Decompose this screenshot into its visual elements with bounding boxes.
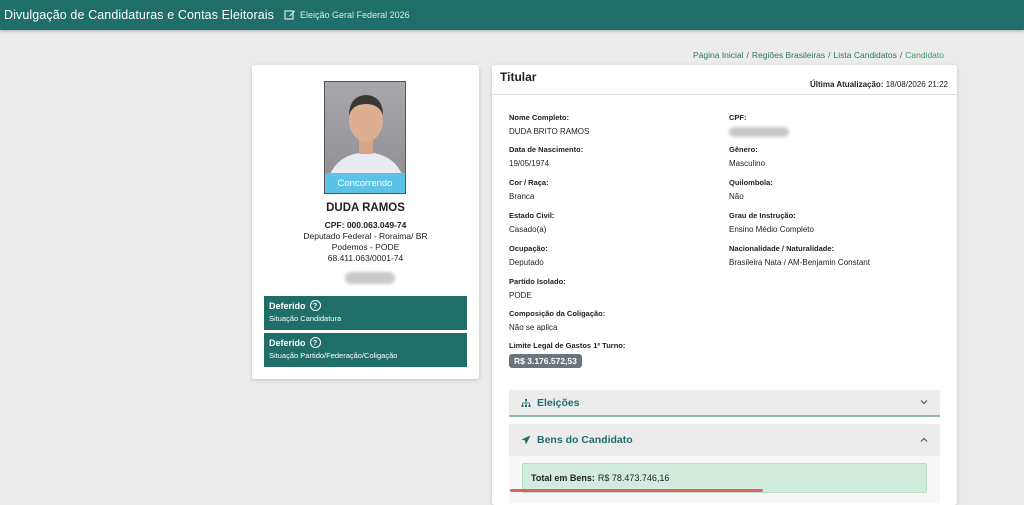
field-label: Cor / Raça:	[509, 178, 549, 187]
total-assets-value: R$ 78.473.746,16	[597, 473, 670, 483]
last-update-label: Última Atualização:	[809, 80, 884, 89]
candidate-cpf: CPF: 000.063.049-74	[324, 220, 407, 230]
candidate-role: Deputado Federal - Roraima/ BR	[303, 231, 428, 241]
top-bar: Divulgação de Candidaturas e Contas Elei…	[0, 0, 1024, 30]
chevron-up-icon	[920, 436, 928, 444]
breadcrumb: Página Inicial / Regiões Brasileiras / Lista…	[693, 50, 944, 60]
candidacy-situation-title: Deferido	[269, 300, 306, 311]
total-assets-label: Total em Bens:	[531, 473, 595, 483]
field-birth-date: Data de Nascimento: 19/05/1974	[509, 145, 583, 168]
candidacy-situation-label: Situação Candidatura	[269, 314, 342, 323]
field-label: Estado Civil:	[509, 211, 555, 220]
edit-icon[interactable]	[284, 9, 296, 21]
field-coalition: Composição da Coligação: Não se aplica	[509, 309, 605, 332]
party-situation-title: Deferido	[269, 337, 306, 348]
last-update: Última Atualização: 18/08/2026 21:22	[810, 80, 948, 89]
field-occupation: Ocupação: Deputado	[509, 244, 548, 267]
panel-title: Titular	[500, 70, 537, 84]
candidate-cnpj: 68.411.063/0001-74	[327, 253, 404, 263]
party-situation-box: Deferido? Situação Partido/Federação/Col…	[264, 333, 467, 367]
field-quilombola: Quilombola: Não	[729, 178, 773, 201]
field-label: Ocupação:	[509, 244, 548, 253]
help-icon[interactable]: ?	[309, 300, 321, 311]
sitemap-icon	[521, 398, 531, 408]
field-value: PODE	[509, 291, 532, 300]
help-icon[interactable]: ?	[309, 337, 321, 348]
redacted-field	[345, 272, 395, 284]
field-education: Grau de Instrução: Ensino Médio Completo	[729, 211, 814, 234]
field-label: Gênero:	[729, 145, 758, 154]
field-label: Partido Isolado:	[509, 277, 566, 286]
candidate-card: Concorrendo DUDA RAMOS CPF: 000.063.049-…	[252, 65, 479, 379]
field-gender: Gênero: Masculino	[729, 145, 765, 168]
breadcrumb-regions[interactable]: Regiões Brasileiras	[752, 50, 825, 60]
field-value: 19/05/1974	[509, 159, 550, 168]
field-label: Nacionalidade / Naturalidade:	[729, 244, 835, 253]
field-label: Composição da Coligação:	[509, 309, 606, 318]
accordion-elections[interactable]: Eleições	[509, 390, 940, 416]
send-icon	[521, 435, 531, 445]
breadcrumb-separator: /	[828, 50, 831, 60]
field-value: Casado(a)	[509, 225, 547, 234]
field-cpf: CPF:	[729, 113, 789, 137]
field-race: Cor / Raça: Branca	[509, 178, 549, 201]
candidacy-situation-box: Deferido? Situação Candidatura	[264, 296, 467, 330]
candidate-photo: Concorrendo	[324, 81, 406, 194]
breadcrumb-separator: /	[899, 50, 903, 60]
redacted-cpf	[729, 127, 789, 137]
chevron-down-icon	[920, 398, 928, 406]
app-title[interactable]: Divulgação de Candidaturas e Contas Elei…	[4, 8, 274, 22]
field-full-name: Nome Completo: DUDA BRITO RAMOS	[509, 113, 589, 136]
candidate-name: DUDA RAMOS	[326, 202, 405, 214]
breadcrumb-candidates[interactable]: Lista Candidatos	[834, 50, 897, 60]
spending-limit-badge: R$ 3.176.572,53	[509, 354, 582, 368]
panel-divider	[492, 94, 957, 95]
field-value: Brasileira Nata / AM-Benjamin Constant	[729, 258, 870, 267]
breadcrumb-separator: /	[746, 50, 749, 60]
field-label: Grau de Instrução:	[729, 211, 796, 220]
accordion-assets-title: Bens do Candidato	[537, 434, 633, 446]
field-label: CPF:	[729, 113, 747, 122]
field-nationality: Nacionalidade / Naturalidade: Brasileira…	[729, 244, 870, 267]
field-label: Nome Completo:	[509, 113, 569, 122]
field-value: Ensino Médio Completo	[729, 225, 814, 234]
accordion-divider	[509, 415, 940, 417]
candidate-party: Podemos - PODE	[331, 242, 400, 252]
breadcrumb-home[interactable]: Página Inicial	[693, 50, 744, 60]
field-value: DUDA BRITO RAMOS	[509, 127, 590, 136]
field-marital-status: Estado Civil: Casado(a)	[509, 211, 554, 234]
field-spending-limit: Limite Legal de Gastos 1º Turno: R$ 3.17…	[509, 341, 625, 369]
candidacy-status-badge: Concorrendo	[325, 173, 405, 193]
party-situation-label: Situação Partido/Federação/Coligação	[269, 351, 398, 360]
breadcrumb-current: Candidato	[905, 50, 944, 60]
field-party: Partido Isolado: PODE	[509, 277, 566, 300]
field-value: Não se aplica	[509, 323, 558, 332]
field-label: Data de Nascimento:	[509, 145, 584, 154]
election-label: Eleição Geral Federal 2026	[300, 10, 410, 20]
field-value: Branca	[509, 192, 535, 201]
field-value: Masculino	[729, 159, 766, 168]
accordion-assets[interactable]: Bens do Candidato	[509, 424, 940, 456]
last-update-value: 18/08/2026 21:22	[885, 80, 948, 89]
field-label: Quilombola:	[729, 178, 773, 187]
field-value: Não	[729, 192, 744, 201]
annotation-underline	[510, 489, 763, 492]
accordion-elections-title: Eleições	[537, 397, 580, 409]
field-value: Deputado	[509, 258, 544, 267]
field-label: Limite Legal de Gastos 1º Turno:	[509, 341, 626, 350]
details-panel: Titular Última Atualização: 18/08/2026 2…	[492, 65, 957, 505]
